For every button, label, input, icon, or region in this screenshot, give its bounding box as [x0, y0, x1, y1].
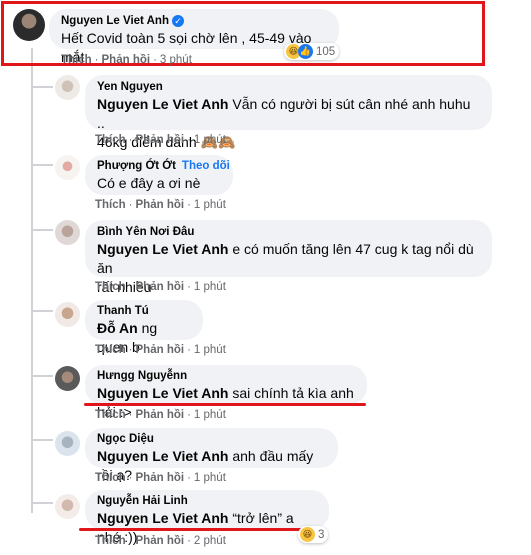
reply-author[interactable]: Ngọc Diệu: [97, 432, 326, 447]
like-button[interactable]: Thích: [95, 199, 126, 211]
reply-button[interactable]: Phản hồi: [102, 54, 151, 66]
reply-author[interactable]: Bình Yên Nơi Đâu: [97, 225, 480, 240]
thread-branch: [31, 164, 53, 166]
reply-button[interactable]: Phản hồi: [136, 281, 185, 293]
avatar[interactable]: [55, 302, 80, 327]
thread-branch: [31, 86, 53, 88]
reply-bubble: Nguyễn Hải Linh Nguyen Le Viet Anh “trở …: [85, 490, 329, 545]
haha-icon: 😆: [300, 527, 315, 542]
thread-branch: [31, 375, 53, 377]
comment-actions: Thích · Phản hồi · 1 phút: [95, 199, 226, 211]
reply-button[interactable]: Phản hồi: [136, 472, 185, 484]
reply-button[interactable]: Phản hồi: [136, 134, 185, 146]
timestamp[interactable]: 1 phút: [194, 472, 226, 484]
avatar[interactable]: [55, 431, 80, 456]
comment-actions: Thích · Phản hồi · 1 phút: [95, 344, 226, 356]
reply-author[interactable]: Nguyễn Hải Linh: [97, 494, 317, 509]
mention-tag[interactable]: Đỗ An: [97, 320, 138, 336]
timestamp[interactable]: 1 phút: [194, 199, 226, 211]
reply-text: Nguyen Le Viet Anh e có muốn tăng lên 47…: [97, 241, 474, 276]
reaction-count: 3: [318, 528, 325, 541]
reaction-count: 105: [316, 45, 336, 58]
comment-actions: Thích · Phản hồi · 1 phút: [95, 281, 226, 293]
reply-bubble: Thanh Tú Đỗ An ng quen b: [85, 300, 203, 355]
timestamp[interactable]: 1 phút: [194, 134, 226, 146]
verified-badge-icon: ✓: [172, 14, 184, 27]
reply-button[interactable]: Phản hồi: [136, 344, 185, 356]
reaction-summary[interactable]: 😆 👍 105: [284, 43, 340, 60]
comment-actions: Thích · Phản hồi · 3 phút: [61, 54, 192, 66]
reply-bubble: Ngọc Diệu Nguyen Le Viet Anh anh đầu mấy…: [85, 428, 338, 483]
red-underline-annotation: [84, 403, 366, 406]
reply-author[interactable]: Yen Nguyen: [97, 80, 480, 95]
follow-button[interactable]: Theo dõi: [182, 160, 230, 172]
reaction-summary[interactable]: 😆 3: [298, 526, 329, 543]
reply-button[interactable]: Phản hồi: [136, 409, 185, 421]
comment-actions: Thích · Phản hồi · 2 phút: [95, 535, 226, 547]
avatar[interactable]: [55, 366, 80, 391]
avatar[interactable]: [55, 155, 80, 180]
reply-text: Có e đây a ơi nè: [97, 175, 201, 191]
mention-tag[interactable]: Nguyen Le Viet Anh: [97, 448, 228, 464]
like-button[interactable]: Thích: [95, 409, 126, 421]
like-button[interactable]: Thích: [61, 54, 92, 66]
reply-author-name[interactable]: Phượng Ớt Ớt: [97, 160, 176, 172]
comment-author[interactable]: Nguyen Le Viet Anh ✓: [61, 14, 327, 29]
like-button[interactable]: Thích: [95, 134, 126, 146]
avatar[interactable]: [55, 75, 80, 100]
timestamp[interactable]: 1 phút: [194, 344, 226, 356]
thread-branch: [31, 229, 53, 231]
like-icon: 👍: [298, 44, 313, 59]
reply-bubble: Bình Yên Nơi Đâu Nguyen Le Viet Anh e có…: [85, 220, 492, 295]
timestamp[interactable]: 1 phút: [194, 281, 226, 293]
reply-author[interactable]: Hưngg Nguyễnn: [97, 369, 355, 384]
avatar[interactable]: [55, 220, 80, 245]
timestamp[interactable]: 1 phút: [194, 409, 226, 421]
mention-tag[interactable]: Nguyen Le Viet Anh: [97, 241, 228, 257]
avatar[interactable]: [13, 9, 45, 41]
like-button[interactable]: Thích: [95, 281, 126, 293]
thread-branch: [31, 310, 53, 312]
mention-tag[interactable]: Nguyen Le Viet Anh: [97, 96, 228, 112]
timestamp[interactable]: 2 phút: [194, 535, 226, 547]
red-underline-annotation: [79, 528, 306, 531]
mention-tag[interactable]: Nguyen Le Viet Anh: [97, 510, 228, 526]
reply-button[interactable]: Phản hồi: [136, 199, 185, 211]
comment-actions: Thích · Phản hồi · 1 phút: [95, 409, 226, 421]
thread-branch: [31, 439, 53, 441]
reply-author: Phượng Ớt Ớt Theo dõi: [97, 159, 230, 174]
like-button[interactable]: Thích: [95, 472, 126, 484]
thread-line: [31, 48, 33, 513]
reply-bubble: Phượng Ớt Ớt Theo dõi Có e đây a ơi nè: [85, 155, 233, 195]
reply-author[interactable]: Thanh Tú: [97, 304, 191, 319]
reply-bubble: Yen Nguyen Nguyen Le Viet Anh Vẫn có ngư…: [85, 75, 492, 150]
avatar[interactable]: [55, 494, 80, 519]
reply-text: Nguyen Le Viet Anh Vẫn có người bị sút c…: [97, 96, 471, 131]
comment-actions: Thích · Phản hồi · 1 phút: [95, 472, 226, 484]
reply-button[interactable]: Phản hồi: [136, 535, 185, 547]
like-button[interactable]: Thích: [95, 535, 126, 547]
comment-actions: Thích · Phản hồi · 1 phút: [95, 134, 226, 146]
timestamp[interactable]: 3 phút: [160, 54, 192, 66]
thread-branch: [31, 502, 53, 504]
mention-tag[interactable]: Nguyen Le Viet Anh: [97, 385, 228, 401]
like-button[interactable]: Thích: [95, 344, 126, 356]
reply-bubble: Hưngg Nguyễnn Nguyen Le Viet Anh sai chí…: [85, 365, 367, 420]
